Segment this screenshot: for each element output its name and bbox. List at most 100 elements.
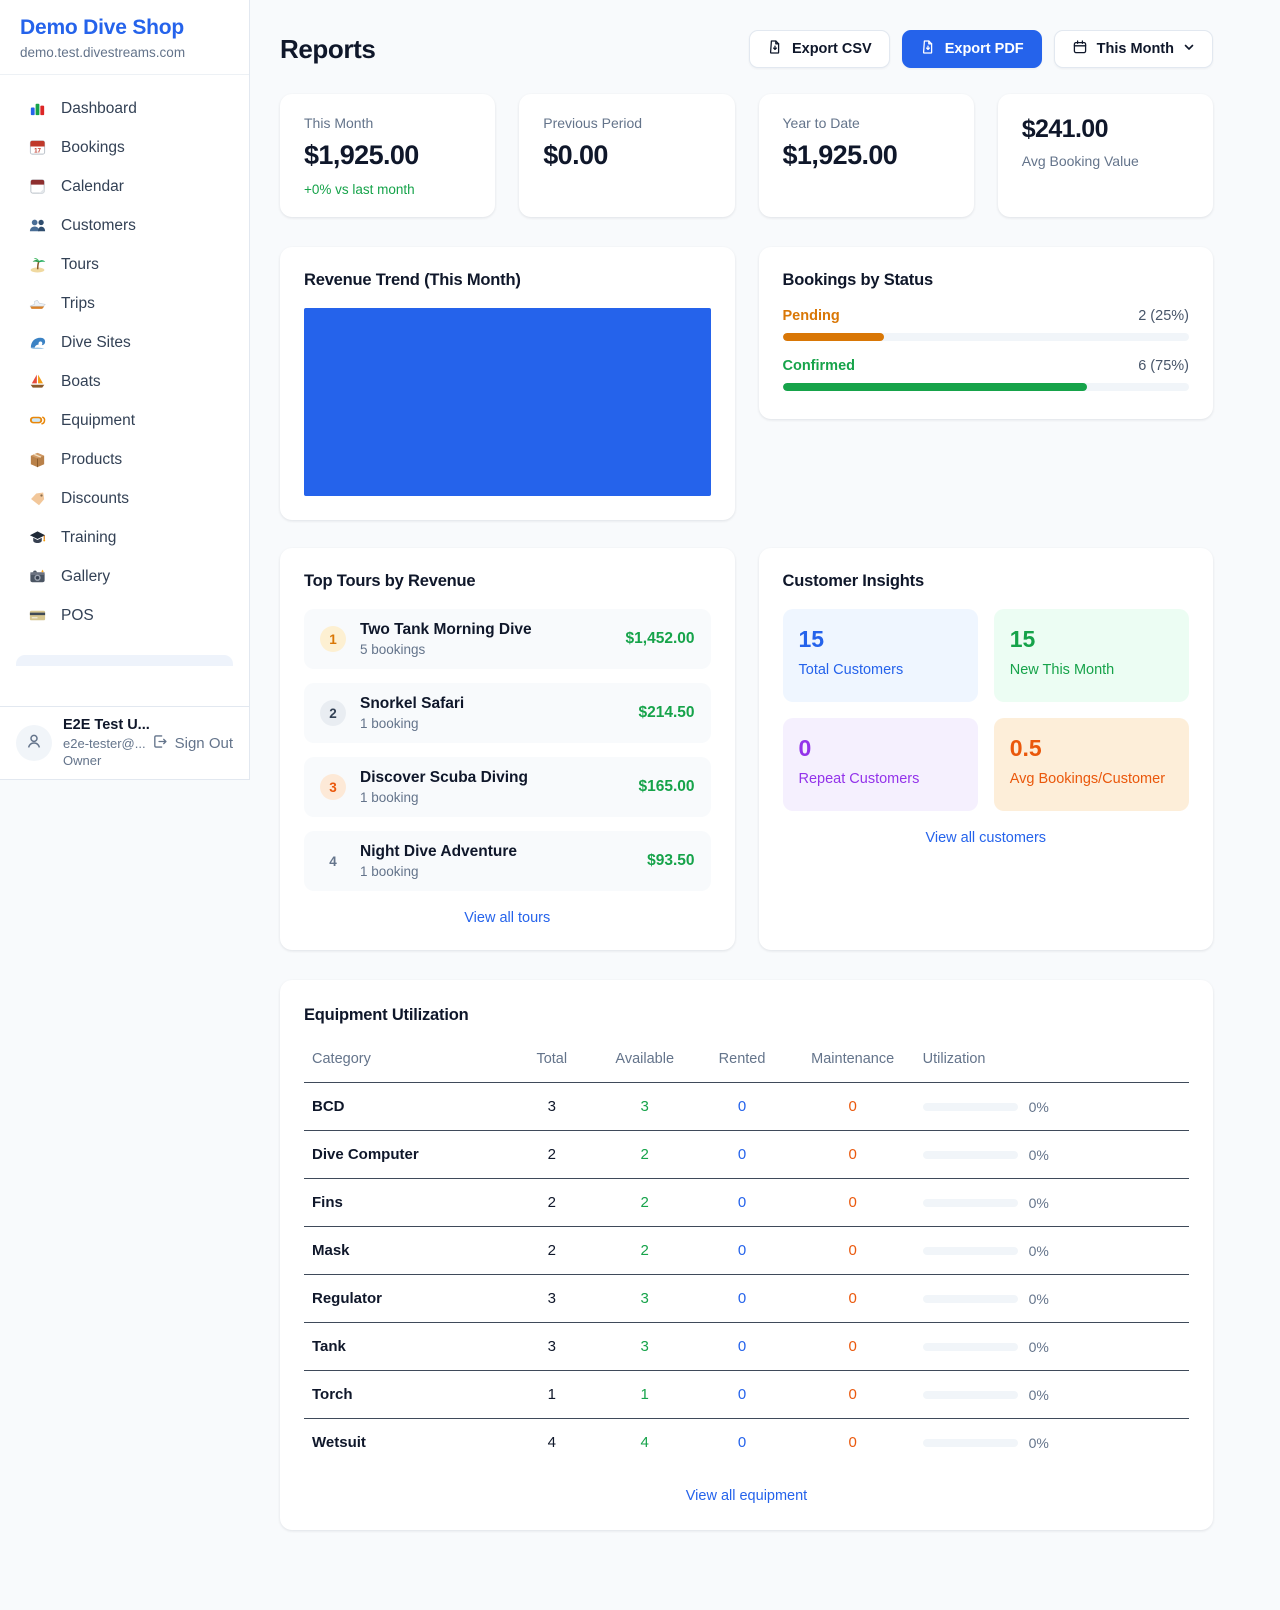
stat-label: Year to Date	[783, 115, 950, 131]
cell-rented: 0	[693, 1371, 790, 1419]
status-label: Confirmed	[783, 358, 856, 374]
sidebar-item-label: Discounts	[61, 490, 129, 508]
cell-maintenance: 0	[791, 1131, 915, 1179]
sidebar-item-label: Customers	[61, 217, 136, 235]
utilization-bar	[923, 1343, 1018, 1351]
sign-out-button[interactable]: Sign Out	[151, 733, 233, 754]
utilization-cell: 0%	[923, 1387, 1181, 1403]
tour-name: Night Dive Adventure	[360, 843, 633, 861]
equipment-table: Category Total Available Rented Maintena…	[304, 1043, 1189, 1466]
cell-rented: 0	[693, 1323, 790, 1371]
period-dropdown[interactable]: This Month	[1054, 30, 1213, 68]
cell-category: Dive Computer	[304, 1131, 508, 1179]
tile-new-this-month: 15 New This Month	[994, 609, 1189, 702]
sidebar-item-label: Tours	[61, 256, 99, 274]
sidebar-item-discounts[interactable]: Discounts	[16, 479, 233, 518]
column-header-maintenance: Maintenance	[791, 1043, 915, 1083]
cell-available: 2	[596, 1227, 693, 1275]
cell-total: 3	[508, 1275, 597, 1323]
view-all-tours-link[interactable]: View all tours	[304, 910, 711, 926]
table-row: Mask 2 2 0 0 0%	[304, 1227, 1189, 1275]
sidebar-item-gallery[interactable]: Gallery	[16, 557, 233, 596]
sidebar-item-bookings[interactable]: 17 Bookings	[16, 128, 233, 167]
active-nav-partial	[16, 655, 233, 666]
column-header-utilization: Utilization	[915, 1043, 1189, 1083]
cell-available: 2	[596, 1131, 693, 1179]
sidebar-item-dashboard[interactable]: Dashboard	[16, 89, 233, 128]
chevron-down-icon	[1183, 41, 1195, 57]
user-section: E2E Test U... e2e-tester@... Owner Sign …	[0, 706, 249, 779]
export-csv-button[interactable]: Export CSV	[749, 30, 890, 68]
insight-tiles: 15 Total Customers 15 New This Month 0 R…	[783, 609, 1190, 811]
stat-value: $1,925.00	[783, 140, 950, 171]
utilization-cell: 0%	[923, 1099, 1181, 1115]
user-info: E2E Test U... e2e-tester@... Owner	[63, 717, 140, 769]
tile-avg-bookings-customer: 0.5 Avg Bookings/Customer	[994, 718, 1189, 811]
table-header-row: Category Total Available Rented Maintena…	[304, 1043, 1189, 1083]
column-header-category: Category	[304, 1043, 508, 1083]
tour-list-item: 2 Snorkel Safari 1 booking $214.50	[304, 683, 711, 743]
cell-maintenance: 0	[791, 1275, 915, 1323]
utilization-cell: 0%	[923, 1147, 1181, 1163]
status-row-pending: Pending 2 (25%)	[783, 308, 1190, 341]
table-row: Fins 2 2 0 0 0%	[304, 1179, 1189, 1227]
status-count: 6 (75%)	[1138, 358, 1189, 374]
stat-value: $1,925.00	[304, 140, 471, 171]
insights-row: Top Tours by Revenue 1 Two Tank Morning …	[280, 548, 1213, 950]
stat-delta: +0% vs last month	[304, 182, 471, 197]
panel-title: Customer Insights	[783, 572, 1190, 591]
view-all-customers-link[interactable]: View all customers	[783, 830, 1190, 846]
tile-total-customers: 15 Total Customers	[783, 609, 978, 702]
cell-total: 3	[508, 1323, 597, 1371]
sidebar-item-label: POS	[61, 607, 94, 625]
sign-out-icon	[151, 733, 168, 754]
tours-icon	[28, 255, 47, 274]
bookings-icon: 17	[28, 138, 47, 157]
utilization-cell: 0%	[923, 1435, 1181, 1451]
cell-rented: 0	[693, 1083, 790, 1131]
export-pdf-label: Export PDF	[945, 41, 1024, 57]
cell-rented: 0	[693, 1227, 790, 1275]
view-all-equipment-link[interactable]: View all equipment	[304, 1488, 1189, 1504]
calendar-outline-icon	[1072, 39, 1088, 59]
table-row: Tank 3 3 0 0 0%	[304, 1323, 1189, 1371]
sidebar-item-label: Calendar	[61, 178, 124, 196]
utilization-percent: 0%	[1029, 1147, 1049, 1163]
sidebar-item-label: Bookings	[61, 139, 125, 157]
tour-bookings: 1 booking	[360, 716, 624, 731]
sidebar-item-products[interactable]: Products	[16, 440, 233, 479]
cell-rented: 0	[693, 1275, 790, 1323]
file-download-icon	[767, 39, 783, 59]
utilization-percent: 0%	[1029, 1435, 1049, 1451]
file-download-icon	[920, 39, 936, 59]
cell-total: 3	[508, 1083, 597, 1131]
tour-bookings: 5 bookings	[360, 642, 612, 657]
sidebar-item-dive-sites[interactable]: Dive Sites	[16, 323, 233, 362]
sidebar-item-trips[interactable]: Trips	[16, 284, 233, 323]
utilization-cell: 0%	[923, 1243, 1181, 1259]
status-label: Pending	[783, 308, 840, 324]
sidebar-item-customers[interactable]: Customers	[16, 206, 233, 245]
app-root: Demo Dive Shop demo.test.divestreams.com…	[0, 0, 1280, 1530]
utilization-percent: 0%	[1029, 1291, 1049, 1307]
utilization-bar	[923, 1103, 1018, 1111]
progress-fill	[783, 383, 1088, 391]
status-row-confirmed: Confirmed 6 (75%)	[783, 358, 1190, 391]
stat-card-avg-booking-value: $241.00 Avg Booking Value	[998, 94, 1213, 217]
sidebar-item-training[interactable]: Training	[16, 518, 233, 557]
sidebar-item-boats[interactable]: Boats	[16, 362, 233, 401]
export-pdf-button[interactable]: Export PDF	[902, 30, 1042, 68]
tile-value: 0.5	[1010, 735, 1173, 762]
cell-total: 2	[508, 1131, 597, 1179]
sidebar-item-calendar[interactable]: Calendar	[16, 167, 233, 206]
cell-category: Mask	[304, 1227, 508, 1275]
trips-icon	[28, 294, 47, 313]
utilization-bar	[923, 1247, 1018, 1255]
sidebar-item-tours[interactable]: Tours	[16, 245, 233, 284]
sidebar-item-label: Dive Sites	[61, 334, 131, 352]
sidebar-item-equipment[interactable]: Equipment	[16, 401, 233, 440]
sidebar-item-pos[interactable]: POS	[16, 596, 233, 635]
tour-bookings: 1 booking	[360, 790, 624, 805]
cell-category: Wetsuit	[304, 1419, 508, 1467]
panel-title: Bookings by Status	[783, 271, 1190, 290]
